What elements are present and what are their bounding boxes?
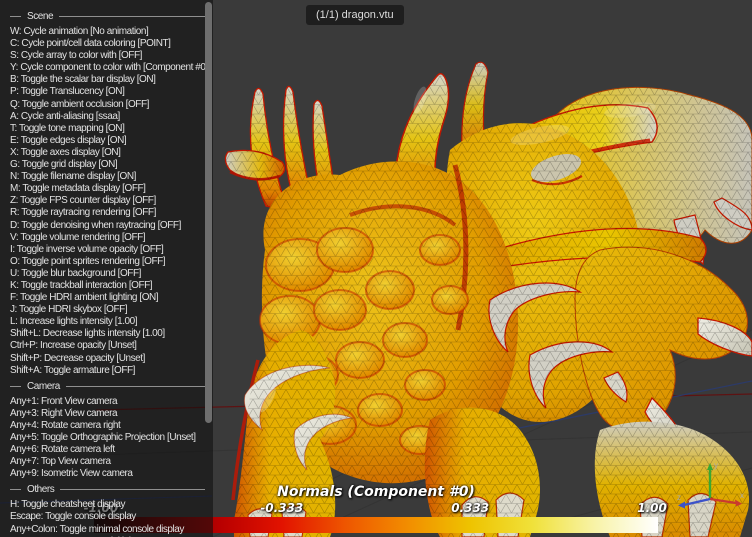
cheatsheet-item: Any+7: Top View camera <box>10 456 213 468</box>
cheatsheet-item: I: Toggle inverse volume opacity [OFF] <box>10 244 213 256</box>
cheatsheet-item: K: Toggle trackball interaction [OFF] <box>10 280 213 292</box>
cheatsheet-item: Any+6: Rotate camera left <box>10 444 213 456</box>
cheatsheet-group-title: Others <box>10 483 213 496</box>
cheatsheet-item: Q: Toggle ambient occlusion [OFF] <box>10 99 213 111</box>
cheatsheet-item: J: Toggle HDRI skybox [OFF] <box>10 304 213 316</box>
cheatsheet-item: O: Toggle point sprites rendering [OFF] <box>10 256 213 268</box>
cheatsheet-item: Any+5: Toggle Orthographic Projection [U… <box>10 432 213 444</box>
cheatsheet-item: Shift+A: Toggle armature [OFF] <box>10 365 213 377</box>
cheatsheet-item: M: Toggle metadata display [OFF] <box>10 183 213 195</box>
cheatsheet-item: Y: Cycle component to color with [Compon… <box>10 62 213 74</box>
cheatsheet-item: Z: Toggle FPS counter display [OFF] <box>10 195 213 207</box>
scalar-bar-tick-label: 1.00 <box>637 501 667 515</box>
cheatsheet-panel: Scene W: Cycle animation [No animation]C:… <box>0 0 213 537</box>
cheatsheet-group-title: Scene <box>10 10 213 23</box>
x-axis: x <box>710 491 744 507</box>
cheatsheet-item: B: Toggle the scalar bar display [ON] <box>10 74 213 86</box>
cheatsheet-item: Any+Colon: Toggle minimal console displa… <box>10 524 213 536</box>
filename-badge: (1/1) dragon.vtu <box>306 5 404 25</box>
y-axis: y <box>707 461 718 499</box>
cheatsheet-item: Any+3: Right View camera <box>10 408 213 420</box>
z-axis: z <box>677 493 710 509</box>
cheatsheet-item: U: Toggle blur background [OFF] <box>10 268 213 280</box>
cheatsheet-item: Shift+P: Decrease opacity [Unset] <box>10 353 213 365</box>
cheatsheet-item: L: Increase lights intensity [1.00] <box>10 316 213 328</box>
cheatsheet-item: A: Cycle anti-aliasing [ssaa] <box>10 111 213 123</box>
cheatsheet-item: W: Cycle animation [No animation] <box>10 26 213 38</box>
cheatsheet-item: E: Toggle edges display [ON] <box>10 135 213 147</box>
z-axis-label: z <box>677 493 681 502</box>
cheatsheet-item: C: Cycle point/cell data coloring [POINT… <box>10 38 213 50</box>
cheatsheet-item: D: Toggle denoising when raytracing [OFF… <box>10 220 213 232</box>
cheatsheet-item: P: Toggle Translucency [ON] <box>10 86 213 98</box>
y-axis-label: y <box>714 461 718 470</box>
scalar-bar-tick-label: -0.333 <box>260 501 303 515</box>
cheatsheet-item: Shift+L: Decrease lights intensity [1.00… <box>10 328 213 340</box>
axes-widget[interactable]: y x z <box>670 459 748 515</box>
cheatsheet-item: F: Toggle HDRI ambient lighting [ON] <box>10 292 213 304</box>
cheatsheet-scrollbar[interactable] <box>205 2 212 423</box>
cheatsheet-item: G: Toggle grid display [ON] <box>10 159 213 171</box>
cheatsheet-item: V: Toggle volume rendering [OFF] <box>10 232 213 244</box>
cheatsheet-item: S: Cycle array to color with [OFF] <box>10 50 213 62</box>
scalar-bar-tick-label: 0.333 <box>451 501 489 515</box>
cheatsheet-item: Any+9: Isometric View camera <box>10 468 213 480</box>
cheatsheet-item: Any+4: Rotate camera right <box>10 420 213 432</box>
cheatsheet-item: R: Toggle raytracing rendering [OFF] <box>10 207 213 219</box>
cheatsheet-item: Any+1: Front View camera <box>10 396 213 408</box>
cheatsheet-item: T: Toggle tone mapping [ON] <box>10 123 213 135</box>
f3d-window: { "window": {"app": "F3D viewer", "width… <box>0 0 752 537</box>
cheatsheet-item: Ctrl+P: Increase opacity [Unset] <box>10 340 213 352</box>
cheatsheet-item: H: Toggle cheatsheet display <box>10 499 213 511</box>
cheatsheet-group-title: Camera <box>10 380 213 393</box>
cheatsheet-item: N: Toggle filename display [ON] <box>10 171 213 183</box>
x-axis-label: x <box>740 491 744 500</box>
cheatsheet-item: X: Toggle axes display [ON] <box>10 147 213 159</box>
cheatsheet-item: Escape: Toggle console display <box>10 511 213 523</box>
